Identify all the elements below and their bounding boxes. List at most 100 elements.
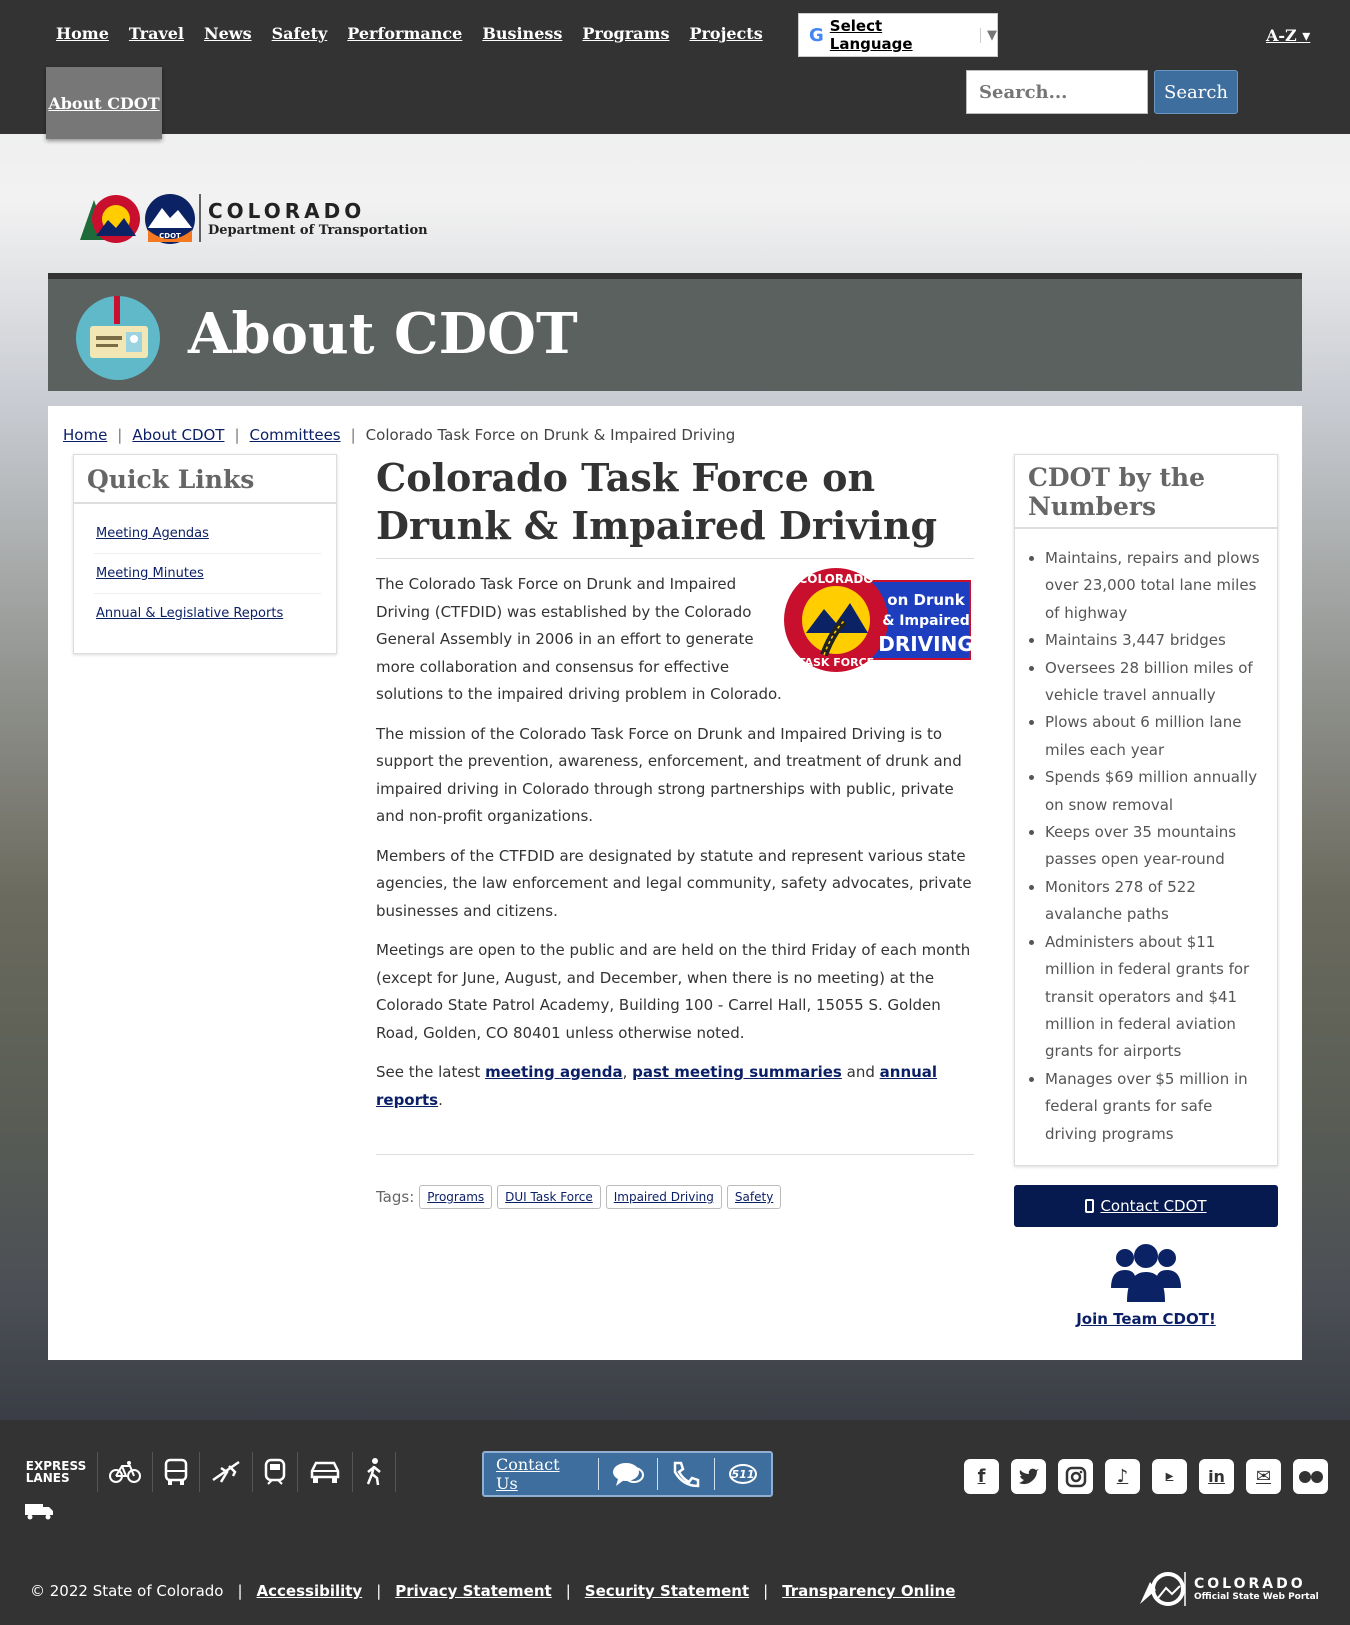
page-title: About CDOT bbox=[188, 301, 578, 367]
list-item: Oversees 28 billion miles of vehicle tra… bbox=[1045, 655, 1267, 710]
truck-icon[interactable] bbox=[24, 1502, 54, 1524]
511-icon[interactable]: 511 bbox=[714, 1458, 771, 1490]
paragraph-mission: The mission of the Colorado Task Force o… bbox=[376, 724, 962, 826]
footer-separator: | bbox=[763, 1582, 769, 1600]
breadcrumb-separator: | bbox=[117, 426, 123, 444]
contact-us-bar[interactable]: Contact Us 511 bbox=[482, 1451, 773, 1497]
quick-link-meeting-agendas[interactable]: Meeting Agendas bbox=[96, 526, 209, 541]
language-selector[interactable]: G Select Language ▼ bbox=[798, 13, 998, 57]
search-button[interactable]: Search bbox=[1154, 70, 1238, 114]
breadcrumb-about[interactable]: About CDOT bbox=[132, 426, 224, 444]
nav-travel[interactable]: Travel bbox=[129, 24, 184, 43]
quick-link-annual-reports[interactable]: Annual & Legislative Reports bbox=[96, 606, 283, 621]
list-item: Maintains 3,447 bridges bbox=[1045, 627, 1267, 654]
tiktok-icon[interactable]: ♪ bbox=[1105, 1459, 1140, 1494]
colorado-logo-icon: CDOT bbox=[80, 194, 201, 244]
page-banner: About CDOT bbox=[48, 273, 1302, 391]
tag: Safety bbox=[726, 1185, 782, 1209]
nav-programs[interactable]: Programs bbox=[582, 24, 669, 43]
links-suffix: . bbox=[438, 1090, 443, 1109]
quick-link-meeting-minutes[interactable]: Meeting Minutes bbox=[96, 566, 204, 581]
breadcrumb-home[interactable]: Home bbox=[63, 426, 107, 444]
instagram-icon[interactable] bbox=[1058, 1459, 1093, 1494]
cdot-logo[interactable]: CDOT COLORADO Department of Transportati… bbox=[78, 190, 428, 246]
meeting-agenda-link[interactable]: meeting agenda bbox=[485, 1063, 623, 1081]
list-item: Meeting Agendas bbox=[94, 514, 321, 554]
id-badge-icon bbox=[76, 296, 160, 380]
quick-links-title: Quick Links bbox=[74, 455, 336, 504]
people-group-icon bbox=[1111, 1244, 1181, 1302]
contact-cdot-button[interactable]: Contact CDOT bbox=[1014, 1185, 1278, 1227]
tag-programs[interactable]: Programs bbox=[427, 1190, 484, 1204]
numbers-title: CDOT by the Numbers bbox=[1015, 455, 1277, 529]
nav-performance[interactable]: Performance bbox=[347, 24, 462, 43]
email-icon[interactable]: ✉ bbox=[1246, 1459, 1281, 1494]
nav-home[interactable]: Home bbox=[56, 24, 109, 43]
airplane-icon[interactable] bbox=[200, 1452, 253, 1492]
search-input[interactable] bbox=[966, 70, 1148, 114]
nav-business[interactable]: Business bbox=[482, 24, 562, 43]
footer-separator: | bbox=[376, 1582, 382, 1600]
main-nav: Home Travel News Safety Performance Busi… bbox=[56, 24, 763, 43]
tag: Impaired Driving bbox=[605, 1185, 722, 1209]
footer-separator: | bbox=[565, 1582, 571, 1600]
list-item: Plows about 6 million lane miles each ye… bbox=[1045, 709, 1267, 764]
security-statement-link[interactable]: Security Statement bbox=[585, 1582, 749, 1600]
nav-safety[interactable]: Safety bbox=[272, 24, 328, 43]
breadcrumb: Home | About CDOT | Committees | Colorad… bbox=[63, 426, 735, 444]
logo-line1: COLORADO bbox=[208, 198, 366, 223]
express-lanes-label: EXPRESS LANES bbox=[25, 1459, 87, 1485]
nav-news[interactable]: News bbox=[204, 24, 252, 43]
facebook-icon[interactable]: f bbox=[964, 1459, 999, 1494]
breadcrumb-separator: | bbox=[350, 426, 356, 444]
list-item: Manages over $5 million in federal grant… bbox=[1045, 1066, 1267, 1148]
511-badge-text: 511 bbox=[732, 1468, 755, 1481]
tags-row: Tags: Programs DUI Task Force Impaired D… bbox=[376, 1154, 974, 1209]
accessibility-link[interactable]: Accessibility bbox=[257, 1582, 363, 1600]
list-item: Meeting Minutes bbox=[94, 554, 321, 594]
paragraph-members: Members of the CTFDID are designated by … bbox=[376, 846, 972, 920]
links-prefix: See the latest bbox=[376, 1063, 486, 1081]
tag-impaired-driving[interactable]: Impaired Driving bbox=[614, 1190, 714, 1204]
footer-bottom: © 2022 State of Colorado | Accessibility… bbox=[0, 1530, 1350, 1625]
colorado-c-icon bbox=[1140, 1572, 1186, 1606]
privacy-statement-link[interactable]: Privacy Statement bbox=[395, 1582, 551, 1600]
bus-icon[interactable] bbox=[153, 1452, 200, 1492]
breadcrumb-separator: | bbox=[234, 426, 240, 444]
tag: Programs bbox=[419, 1185, 493, 1209]
article: Colorado Task Force on Drunk & Impaired … bbox=[376, 454, 974, 1209]
chat-icon[interactable] bbox=[598, 1458, 657, 1490]
car-icon[interactable] bbox=[298, 1452, 353, 1492]
list-item: Spends $69 million annually on snow remo… bbox=[1045, 764, 1267, 819]
paragraph-links: See the latest meeting agenda, past meet… bbox=[376, 1059, 974, 1114]
breadcrumb-current: Colorado Task Force on Drunk & Impaired … bbox=[365, 426, 736, 444]
pedestrian-icon[interactable] bbox=[353, 1452, 396, 1492]
nav-projects[interactable]: Projects bbox=[689, 24, 762, 43]
train-icon[interactable] bbox=[253, 1452, 298, 1492]
past-summaries-link[interactable]: past meeting summaries bbox=[632, 1063, 842, 1081]
flickr-icon[interactable] bbox=[1293, 1459, 1328, 1494]
tag-safety[interactable]: Safety bbox=[735, 1190, 773, 1204]
bicycle-icon[interactable] bbox=[98, 1452, 153, 1492]
footer-top: EXPRESS LANES Contact Us 511 f ♪ ▶ in ✉ bbox=[0, 1420, 1350, 1530]
nav-about-cdot[interactable]: About CDOT bbox=[46, 67, 162, 139]
join-team-cdot[interactable]: Join Team CDOT! bbox=[1014, 1240, 1278, 1328]
join-team-link[interactable]: Join Team CDOT! bbox=[1014, 1310, 1278, 1328]
logo-arc-text-2: TASK FORCE bbox=[798, 656, 874, 669]
az-dropdown[interactable]: A-Z ▾ bbox=[1266, 26, 1310, 45]
tag-dui-task-force[interactable]: DUI Task Force bbox=[505, 1190, 593, 1204]
social-links: f ♪ ▶ in ✉ bbox=[964, 1459, 1328, 1494]
tags-label: Tags: bbox=[376, 1188, 415, 1206]
express-lanes-icon[interactable]: EXPRESS LANES bbox=[24, 1452, 98, 1492]
contact-cdot-label: Contact CDOT bbox=[1100, 1197, 1207, 1215]
links-separator-2: and bbox=[841, 1063, 880, 1081]
transparency-online-link[interactable]: Transparency Online bbox=[782, 1582, 955, 1600]
phone-icon[interactable] bbox=[657, 1458, 714, 1490]
youtube-icon[interactable]: ▶ bbox=[1152, 1459, 1187, 1494]
twitter-icon[interactable] bbox=[1011, 1459, 1046, 1494]
linkedin-icon[interactable]: in bbox=[1199, 1459, 1234, 1494]
list-item: Administers about $11 million in federal… bbox=[1045, 929, 1267, 1066]
breadcrumb-committees[interactable]: Committees bbox=[250, 426, 341, 444]
colorado-state-portal-logo[interactable]: COLORADO Official State Web Portal bbox=[1138, 1570, 1319, 1608]
state-logo-line1: COLORADO bbox=[1194, 1576, 1306, 1592]
